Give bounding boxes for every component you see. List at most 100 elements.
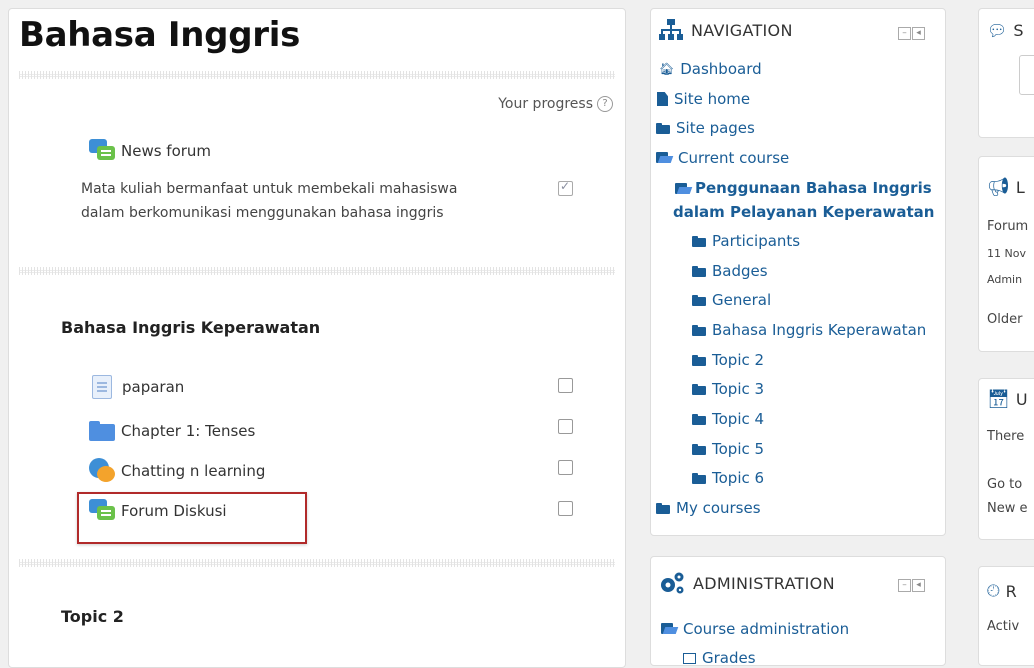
nav-topic-2[interactable]: Topic 2 [692, 351, 764, 369]
nav-site-pages[interactable]: Site pages [656, 119, 755, 137]
upcoming-header: 📅︎ U [987, 389, 1028, 410]
nav-topic-5[interactable]: Topic 5 [692, 440, 764, 458]
comments-icon: 💬︎ [987, 21, 1008, 40]
search-forums-block: 💬︎ S [978, 8, 1034, 138]
calendar-icon: 📅︎ [987, 389, 1010, 410]
recent-activity-block: 🕘︎ R Activ [978, 566, 1034, 666]
nav-my-courses[interactable]: My courses [656, 499, 761, 517]
nav-bahasa-inggris-keperawatan[interactable]: Bahasa Inggris Keperawatan [692, 321, 926, 339]
folder-icon [692, 472, 706, 484]
completion-checkbox[interactable] [558, 378, 573, 393]
announcement-date: 11 Nov [987, 247, 1026, 260]
folder-open-icon [675, 182, 691, 195]
nav-badges[interactable]: Badges [692, 262, 768, 280]
nav-label: Bahasa Inggris Keperawatan [712, 321, 927, 339]
folder-icon [656, 122, 670, 134]
nav-current-course[interactable]: Current course [656, 149, 789, 167]
new-event-link[interactable]: New e [987, 501, 1028, 516]
page-icon [657, 92, 668, 106]
activity-chat[interactable]: Chatting n learning [89, 458, 265, 484]
folder-icon [692, 235, 706, 247]
nav-topic-3[interactable]: Topic 3 [692, 380, 764, 398]
announcement-link[interactable]: Forum [987, 219, 1028, 234]
folder-icon [692, 383, 706, 395]
folder-icon [692, 443, 706, 455]
course-title: Bahasa Inggris [19, 15, 301, 55]
your-progress: Your progress ? [498, 96, 613, 112]
block-controls[interactable]: – ◂ [898, 579, 925, 592]
nav-topic-4[interactable]: Topic 4 [692, 410, 764, 428]
folder-icon [89, 421, 115, 441]
nav-topic-6[interactable]: Topic 6 [692, 469, 764, 487]
nav-label: Topic 3 [712, 380, 765, 398]
upcoming-text: There [987, 429, 1025, 444]
nav-grades[interactable]: Grades [683, 649, 756, 667]
block-controls[interactable]: – ◂ [898, 27, 925, 40]
highlight-box [77, 492, 307, 544]
news-forum-link[interactable]: News forum [89, 139, 211, 163]
nav-label: My courses [676, 499, 761, 517]
navigation-block: NAVIGATION – ◂ 🏠︎ Dashboard Site home Sit… [650, 8, 946, 536]
section-separator [19, 71, 615, 79]
administration-header: ADMINISTRATION [659, 571, 835, 595]
administration-block: ADMINISTRATION – ◂ Course administration … [650, 556, 946, 667]
folder-icon [656, 502, 670, 514]
activity-label: Chapter 1: Tenses [121, 422, 256, 440]
latest-announcements-block: 📢︎ L Forum 11 Nov Admin Older [978, 156, 1034, 352]
nav-label: Grades [702, 649, 756, 667]
clock-icon: 🕘︎ [987, 581, 1000, 600]
block-title: ADMINISTRATION [693, 573, 835, 593]
nav-site-home[interactable]: Site home [657, 90, 750, 108]
dock-icon[interactable]: ◂ [912, 27, 925, 40]
nav-participants[interactable]: Participants [692, 232, 800, 250]
nav-label: Topic 6 [712, 469, 765, 487]
nav-label: Current course [678, 149, 790, 167]
nav-dashboard[interactable]: 🏠︎ Dashboard [659, 60, 762, 78]
nav-label: Dashboard [680, 60, 762, 78]
collapse-icon[interactable]: – [898, 27, 911, 40]
block-title: L [1015, 178, 1025, 197]
dock-icon[interactable]: ◂ [912, 579, 925, 592]
activity-paparan[interactable]: paparan [89, 375, 184, 399]
nav-course-administration[interactable]: Course administration [661, 620, 849, 638]
gears-icon [661, 572, 684, 594]
completion-checkbox[interactable] [558, 419, 573, 434]
block-title: NAVIGATION [691, 20, 793, 40]
latest-header: 📢︎ L [987, 177, 1025, 198]
completion-checkbox-checked[interactable] [558, 179, 573, 196]
chat-icon [89, 458, 115, 484]
folder-icon [692, 294, 706, 306]
collapse-icon[interactable]: – [898, 579, 911, 592]
nav-label: Topic 5 [712, 440, 765, 458]
completion-checkbox[interactable] [558, 501, 573, 516]
nav-label: Topic 4 [712, 410, 765, 428]
upcoming-events-block: 📅︎ U There Go to New e [978, 378, 1034, 540]
folder-icon [692, 354, 706, 366]
folder-icon [692, 324, 706, 336]
activity-chapter-1[interactable]: Chapter 1: Tenses [89, 421, 255, 441]
course-description: Mata kuliah bermanfaat untuk membekali m… [81, 181, 458, 221]
file-icon [92, 375, 112, 399]
sitemap-icon [659, 19, 683, 40]
navigation-header: NAVIGATION [659, 19, 793, 41]
progress-label: Your progress [498, 96, 593, 112]
bullhorn-icon: 📢︎ [987, 177, 1010, 198]
nav-label: Participants [712, 232, 801, 250]
help-icon[interactable]: ? [597, 96, 613, 112]
nav-general[interactable]: General [692, 291, 771, 309]
go-to-calendar-link[interactable]: Go to [987, 477, 1022, 492]
nav-label: Site home [674, 90, 751, 108]
nav-course-name[interactable]: Penggunaan Bahasa Inggris dalam Pelayana… [673, 176, 935, 224]
home-icon: 🏠︎ [659, 62, 675, 76]
nav-label: Penggunaan Bahasa Inggris dalam Pelayana… [673, 179, 935, 221]
section-separator [19, 267, 615, 275]
section-title: Bahasa Inggris Keperawatan [61, 318, 321, 337]
completion-checkbox[interactable] [558, 460, 573, 475]
section-title: Topic 2 [61, 607, 124, 626]
recent-header: 🕘︎ R [987, 581, 1017, 601]
older-topics-link[interactable]: Older [987, 312, 1022, 327]
block-title: R [1005, 581, 1017, 601]
search-input[interactable] [1019, 55, 1034, 95]
nav-label: Badges [712, 262, 768, 280]
announcement-author: Admin [987, 273, 1023, 286]
